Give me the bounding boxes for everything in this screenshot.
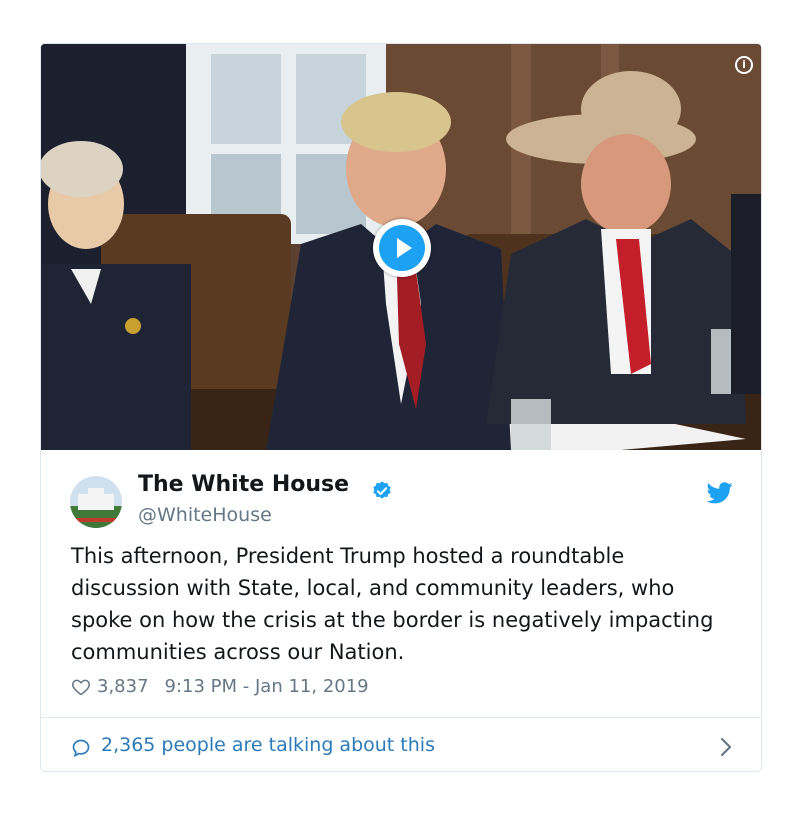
avatar[interactable] <box>70 476 122 528</box>
tweet-meta: 3,837 9:13 PM - Jan 11, 2019 <box>71 676 369 697</box>
tweet-embed-card[interactable]: i The White House @WhiteHouse This after… <box>40 43 762 772</box>
talking-count-label[interactable]: 2,365 people are talking about this <box>101 734 435 756</box>
tweet-timestamp[interactable]: 9:13 PM - Jan 11, 2019 <box>165 676 369 697</box>
heart-icon[interactable] <box>71 677 91 697</box>
like-count[interactable]: 3,837 <box>97 676 149 697</box>
speech-bubble-icon <box>72 739 90 758</box>
author-handle[interactable]: @WhiteHouse <box>138 504 272 526</box>
play-icon[interactable] <box>373 219 431 277</box>
author-name[interactable]: The White House <box>138 472 349 497</box>
chevron-right-icon[interactable] <box>719 736 733 758</box>
tweet-header: The White House @WhiteHouse <box>41 450 761 530</box>
video-thumbnail[interactable]: i <box>41 44 761 450</box>
info-icon[interactable]: i <box>735 56 753 74</box>
conversation-link[interactable]: 2,365 people are talking about this <box>41 717 761 771</box>
verified-badge-icon <box>373 481 391 499</box>
tweet-text: This afternoon, President Trump hosted a… <box>71 544 714 664</box>
twitter-bird-icon[interactable] <box>707 482 733 504</box>
